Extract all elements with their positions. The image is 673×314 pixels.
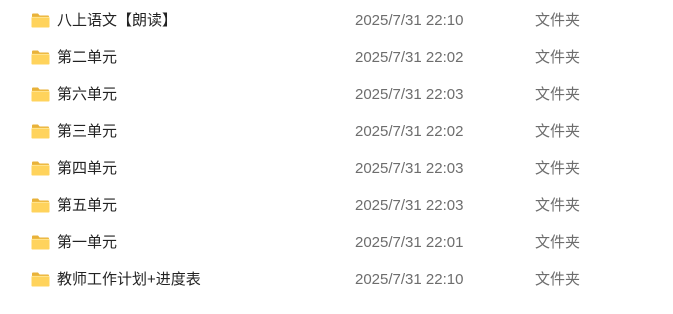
folder-icon [31, 87, 50, 102]
modified-date: 2025/7/31 22:10 [355, 271, 464, 288]
file-type: 文件夹 [535, 197, 581, 214]
list-item[interactable]: 第二单元 2025/7/31 22:02 文件夹 [0, 39, 673, 76]
file-type: 文件夹 [535, 49, 581, 66]
file-name: 第六单元 [57, 86, 118, 103]
list-item[interactable]: 第五单元 2025/7/31 22:03 文件夹 [0, 187, 673, 224]
modified-date: 2025/7/31 22:10 [355, 12, 464, 29]
file-name: 第一单元 [57, 234, 118, 251]
folder-icon [31, 50, 50, 65]
file-name: 第三单元 [57, 123, 118, 140]
file-list: 八上语文【朗读】 2025/7/31 22:10 文件夹 第二单元 2025/7… [0, 2, 673, 298]
modified-date: 2025/7/31 22:01 [355, 234, 464, 251]
modified-date: 2025/7/31 22:02 [355, 123, 464, 140]
folder-icon [31, 124, 50, 139]
folder-icon [31, 198, 50, 213]
file-name: 第四单元 [57, 160, 118, 177]
modified-date: 2025/7/31 22:03 [355, 86, 464, 103]
folder-icon [31, 235, 50, 250]
list-item[interactable]: 第一单元 2025/7/31 22:01 文件夹 [0, 224, 673, 261]
list-item[interactable]: 第六单元 2025/7/31 22:03 文件夹 [0, 76, 673, 113]
modified-date: 2025/7/31 22:03 [355, 197, 464, 214]
file-type: 文件夹 [535, 12, 581, 29]
file-type: 文件夹 [535, 86, 581, 103]
file-type: 文件夹 [535, 271, 581, 288]
file-type: 文件夹 [535, 234, 581, 251]
folder-icon [31, 13, 50, 28]
file-type: 文件夹 [535, 123, 581, 140]
file-name: 第五单元 [57, 197, 118, 214]
file-name: 八上语文【朗读】 [57, 12, 178, 29]
file-name: 教师工作计划+进度表 [57, 271, 201, 288]
folder-icon [31, 272, 50, 287]
list-item[interactable]: 教师工作计划+进度表 2025/7/31 22:10 文件夹 [0, 261, 673, 298]
file-name: 第二单元 [57, 49, 118, 66]
folder-icon [31, 161, 50, 176]
file-type: 文件夹 [535, 160, 581, 177]
modified-date: 2025/7/31 22:02 [355, 49, 464, 66]
list-item[interactable]: 八上语文【朗读】 2025/7/31 22:10 文件夹 [0, 2, 673, 39]
modified-date: 2025/7/31 22:03 [355, 160, 464, 177]
list-item[interactable]: 第四单元 2025/7/31 22:03 文件夹 [0, 150, 673, 187]
list-item[interactable]: 第三单元 2025/7/31 22:02 文件夹 [0, 113, 673, 150]
